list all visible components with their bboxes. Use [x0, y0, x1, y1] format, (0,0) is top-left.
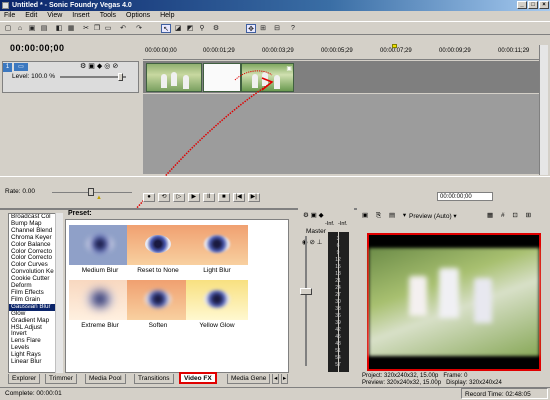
- preset-medium-blur[interactable]: Medium Blur: [69, 225, 131, 274]
- master-label: Master: [306, 228, 326, 235]
- display-label: Display:: [446, 379, 468, 386]
- tab-video-fx[interactable]: Video FX: [179, 372, 217, 384]
- tab-media-generators[interactable]: Media Gene: [227, 374, 271, 384]
- preset-label: Preset:: [68, 210, 92, 217]
- preset-light-blur[interactable]: Light Blur: [186, 225, 248, 274]
- status-complete: Complete: 00:00:01: [5, 390, 62, 397]
- fx-list-item[interactable]: Linear Blur: [9, 358, 61, 366]
- preset-yellow-glow[interactable]: Yellow Glow: [186, 280, 248, 329]
- end-timecode-field[interactable]: 00:00:00;00: [437, 192, 493, 201]
- status-record-time: Record Time: 02:48:05: [461, 388, 548, 399]
- peak-left-label: -Inf.: [325, 221, 335, 227]
- video-fx-list[interactable]: Broadcast Col Bump Map Channel Blend Chr…: [8, 213, 62, 373]
- rate-warning-icon: ▲: [96, 195, 102, 201]
- tab-media-pool[interactable]: Media Pool: [85, 374, 126, 384]
- tab-scroll-left-icon[interactable]: ◂: [272, 374, 280, 384]
- tab-scroll-right-icon[interactable]: ▸: [281, 374, 289, 384]
- fx-list-scrollbar[interactable]: [55, 213, 63, 373]
- master-fader-thumb[interactable]: [300, 288, 312, 295]
- project-value: 320x240x32, 15.00p: [384, 373, 439, 379]
- rate-label: Rate: 0.00: [5, 188, 35, 195]
- mixer-toolbar-icons[interactable]: ⚙ ▣ ◆: [303, 211, 324, 219]
- meter-scale: 3 6 9 12 15 18 21 24 27 30 33 36 39 42 45 48 51 54 57: [335, 236, 341, 368]
- preview-value: 320x240x32, 15.00p: [386, 379, 442, 386]
- transport-bar: ● ⟲ ▷ ▶ II ■ |◀ ▶|: [143, 193, 263, 203]
- tab-transitions[interactable]: Transitions: [134, 374, 174, 384]
- tab-explorer[interactable]: Explorer: [8, 374, 41, 384]
- preset-soften[interactable]: Soften: [127, 280, 189, 329]
- preset-reset-to-none[interactable]: Reset to None: [127, 225, 189, 274]
- tab-trimmer[interactable]: Trimmer: [45, 374, 77, 384]
- rate-bar: Rate: 0.00 ▲ 00:00:00;00: [0, 176, 550, 201]
- preview-overlay-icons[interactable]: ▦ # ⊡ ⊞: [487, 211, 534, 219]
- frame-label: Frame:: [443, 373, 463, 379]
- project-label: Project:: [362, 373, 383, 379]
- pause-button[interactable]: II: [202, 193, 215, 202]
- preview-toolbar-icons[interactable]: ▣ ⎘ ▤ ▾: [362, 211, 409, 220]
- frame-value: 0: [464, 373, 468, 379]
- preset-grid: Medium Blur Reset to None Light Blur Ext…: [65, 219, 289, 373]
- master-fader-track[interactable]: [305, 236, 307, 366]
- preview-label: Preview:: [362, 379, 386, 386]
- preset-extreme-blur[interactable]: Extreme Blur: [69, 280, 131, 329]
- dock-tabs: Explorer Trimmer Media Pool Transitions …: [0, 372, 295, 385]
- record-button[interactable]: ●: [143, 193, 155, 202]
- go-to-end-button[interactable]: ▶|: [247, 193, 260, 202]
- play-from-start-button[interactable]: ▷: [172, 193, 185, 202]
- display-value: 320x240x24: [469, 379, 502, 386]
- rate-slider-thumb[interactable]: [88, 188, 94, 196]
- loop-button[interactable]: ⟲: [157, 193, 170, 202]
- preview-quality-dropdown[interactable]: Preview (Auto) ▾: [409, 212, 457, 220]
- peak-right-label: -Inf.: [338, 221, 348, 227]
- status-bar: Complete: 00:00:01 Record Time: 02:48:05: [0, 387, 550, 399]
- preview-image: [369, 248, 539, 356]
- stop-button[interactable]: ■: [217, 193, 230, 202]
- play-button[interactable]: ▶: [187, 193, 200, 202]
- preview-info: Project: 320x240x32, 15.00p Frame: 0 Pre…: [362, 373, 547, 386]
- go-to-start-button[interactable]: |◀: [232, 193, 245, 202]
